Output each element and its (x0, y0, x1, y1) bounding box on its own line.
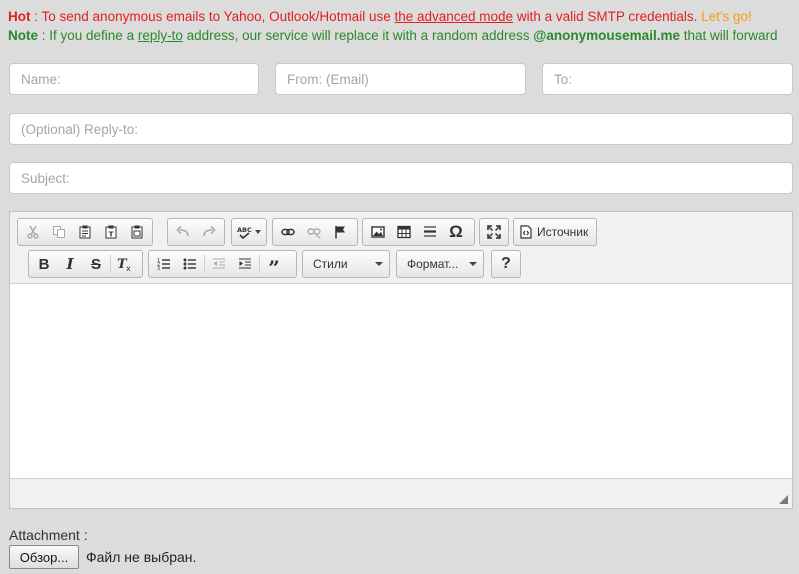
hot-text-2: with a valid SMTP credentials. (513, 9, 702, 24)
anchor-flag-icon[interactable] (327, 221, 353, 243)
increase-indent-icon[interactable] (232, 253, 258, 275)
lets-go-link[interactable]: Let's go! (701, 9, 752, 24)
note-notice: Note : If you define a reply-to address,… (8, 28, 778, 43)
redo-icon[interactable] (196, 221, 222, 243)
to-input[interactable] (542, 63, 793, 95)
source-button[interactable]: Источник (516, 221, 592, 243)
editor-toolbar: T ABC Ω Источник B I S T x 1 2 3 ” Стили… (10, 212, 792, 284)
editor-status-bar (10, 478, 792, 508)
blockquote-icon[interactable]: ” (261, 253, 287, 280)
paste-word-icon[interactable] (124, 221, 150, 243)
spellcheck-icon[interactable]: ABC (234, 221, 264, 243)
bulleted-list-icon[interactable] (177, 253, 203, 275)
advanced-mode-link[interactable]: the advanced mode (394, 9, 513, 24)
toolbar-separator (110, 255, 111, 273)
undo-icon[interactable] (170, 221, 196, 243)
link-icon[interactable] (275, 221, 301, 243)
copy-icon[interactable] (46, 221, 72, 243)
svg-text:3: 3 (157, 266, 160, 271)
unlink-icon[interactable] (301, 221, 327, 243)
table-icon[interactable] (391, 221, 417, 243)
chevron-down-icon (375, 262, 383, 266)
note-label: Note (8, 28, 38, 43)
resize-handle-icon[interactable] (779, 495, 788, 504)
file-status: Файл не выбран. (86, 549, 197, 565)
cut-icon[interactable] (20, 221, 46, 243)
help-group: ? (491, 250, 521, 278)
browse-file-button[interactable]: Обзор... (9, 545, 79, 569)
horizontal-rule-icon[interactable] (417, 221, 443, 243)
decrease-indent-icon[interactable] (206, 253, 232, 275)
styles-dropdown[interactable]: Стили (302, 250, 390, 278)
styles-label: Стили (313, 257, 348, 271)
hot-label: Hot (8, 9, 31, 24)
source-icon (520, 225, 532, 239)
attachment-label: Attachment : (9, 527, 88, 543)
paste-icon[interactable] (72, 221, 98, 243)
clipboard-group: T (17, 218, 153, 246)
maximize-icon[interactable] (482, 221, 506, 243)
special-char-icon[interactable]: Ω (443, 221, 469, 243)
basic-styles-group: B I S Tx (28, 250, 143, 278)
format-label: Формат... (407, 257, 459, 271)
image-icon[interactable] (365, 221, 391, 243)
remove-format-icon[interactable]: Tx (112, 253, 138, 275)
strikethrough-icon[interactable]: S (83, 253, 109, 275)
rich-text-editor: T ABC Ω Источник B I S T x 1 2 3 ” Стили… (9, 211, 793, 509)
name-input[interactable] (9, 63, 259, 95)
history-group (167, 218, 225, 246)
svg-text:ABC: ABC (237, 226, 252, 234)
svg-text:x: x (126, 264, 131, 271)
hot-text-1: To send anonymous emails to Yahoo, Outlo… (41, 9, 395, 24)
anon-domain: @anonymousemail.me (533, 28, 680, 43)
links-group (272, 218, 358, 246)
note-text-1: If you define a (49, 28, 138, 43)
insert-group: Ω (362, 218, 475, 246)
note-text-3: that will forward (679, 28, 778, 43)
paste-text-icon[interactable]: T (98, 221, 124, 243)
editor-content-area[interactable] (10, 284, 792, 478)
help-icon[interactable]: ? (494, 253, 518, 275)
italic-icon[interactable]: I (57, 253, 83, 275)
format-dropdown[interactable]: Формат... (396, 250, 484, 278)
source-group: Источник (513, 218, 597, 246)
bold-icon[interactable]: B (31, 253, 57, 275)
subject-input[interactable] (9, 162, 793, 194)
maximize-group (479, 218, 509, 246)
source-label: Источник (537, 225, 589, 239)
toolbar-separator (259, 255, 260, 273)
reply-to-link[interactable]: reply-to (138, 28, 183, 43)
spellcheck-group: ABC (231, 218, 267, 246)
from-email-input[interactable] (275, 63, 526, 95)
hot-notice: Hot : To send anonymous emails to Yahoo,… (8, 9, 752, 24)
chevron-down-icon (469, 262, 477, 266)
numbered-list-icon[interactable]: 123 (151, 253, 177, 275)
svg-text:T: T (109, 231, 114, 239)
toolbar-separator (204, 255, 205, 273)
reply-to-input[interactable] (9, 113, 793, 145)
paragraph-group: 123 ” (148, 250, 297, 280)
note-text-2: address, our service will replace it wit… (182, 28, 534, 43)
